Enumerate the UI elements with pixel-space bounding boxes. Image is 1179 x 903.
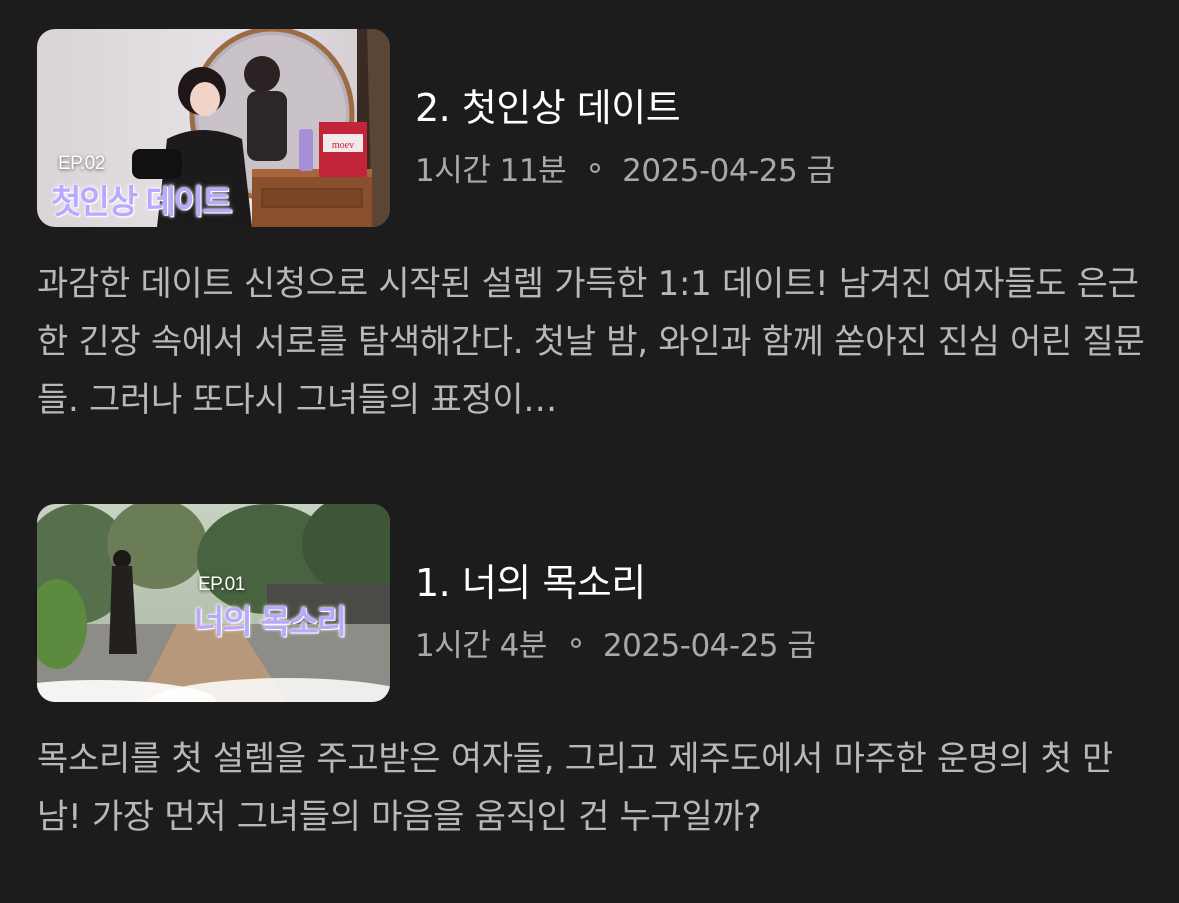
episode-thumbnail[interactable]: EP.01 너의 목소리 — [37, 504, 390, 702]
product-brand-text: moev — [332, 140, 354, 151]
episode-meta: 1시간 4분 2025-04-25 금 — [415, 620, 816, 665]
episode-duration: 1시간 11분 — [415, 153, 567, 189]
episode-description: 목소리를 첫 설렘을 주고받은 여자들, 그리고 제주도에서 마주한 운명의 첫… — [37, 739, 1113, 837]
episode-date: 2025-04-25 금 — [622, 153, 835, 189]
thumbnail-episode-label: EP.02 — [58, 153, 105, 174]
episode-title[interactable]: 1. 너의 목소리 — [415, 552, 646, 607]
episode-meta: 1시간 11분 2025-04-25 금 — [415, 145, 835, 190]
thumbnail-episode-label: EP.01 — [198, 574, 245, 595]
episode-title[interactable]: 2. 첫인상 데이트 — [415, 77, 681, 132]
separator-dot-icon — [570, 637, 581, 648]
episode-date: 2025-04-25 금 — [602, 628, 816, 664]
episode-description: 과감한 데이트 신청으로 시작된 설렘 가득한 1:1 데이트! 남겨진 여자들… — [37, 264, 1145, 420]
episode-thumbnail[interactable]: moev EP.02 첫인상 데이트 — [37, 29, 390, 227]
thumbnail-title: 첫인상 데이트 — [51, 182, 233, 221]
episode-duration: 1시간 4분 — [415, 628, 547, 664]
thumbnail-title: 너의 목소리 — [194, 602, 347, 641]
separator-dot-icon — [590, 162, 601, 173]
